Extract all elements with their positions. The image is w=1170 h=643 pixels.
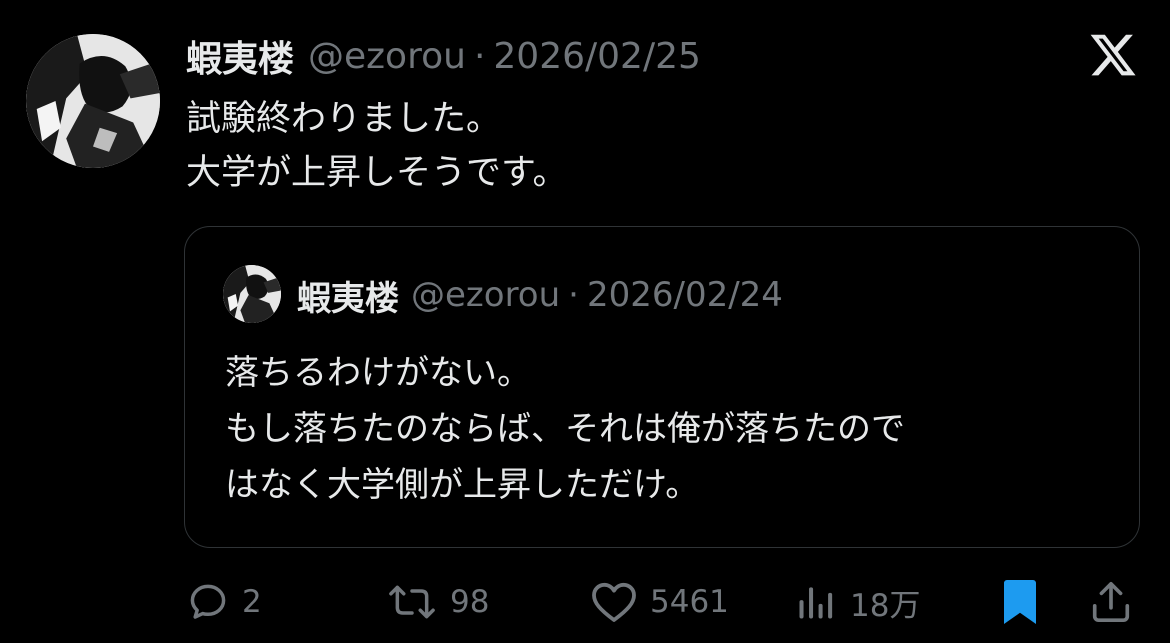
x-logo-icon[interactable]: [1086, 30, 1140, 80]
retweet-icon: [386, 580, 438, 624]
quoted-text-line: もし落ちたのならば、それは俺が落ちたので: [225, 409, 905, 449]
quoted-text-line: はなく大学側が上昇しただけ。: [225, 465, 700, 505]
like-button[interactable]: 5461: [590, 574, 729, 630]
author-avatar[interactable]: [26, 34, 160, 168]
retweet-button[interactable]: 98: [386, 574, 489, 630]
bookmark-icon: [998, 578, 1042, 626]
quoted-author-handle[interactable]: @ezorou: [411, 275, 560, 315]
quoted-tweet-text: 落ちるわけがない。 もし落ちたのならば、それは俺が落ちたので はなく大学側が上昇…: [225, 345, 1105, 513]
bookmark-button[interactable]: [998, 574, 1042, 630]
share-button[interactable]: [1088, 574, 1134, 630]
tweet-header: 蝦夷楼 @ezorou · 2026/02/25: [186, 30, 701, 82]
quoted-author-avatar[interactable]: [223, 265, 281, 323]
quoted-text-line: 落ちるわけがない。: [225, 353, 531, 393]
share-icon: [1088, 578, 1134, 626]
quoted-tweet-date[interactable]: 2026/02/24: [587, 275, 783, 315]
action-bar: 2 98 5461 18万: [186, 574, 1140, 630]
quoted-tweet-header: 蝦夷楼 @ezorou · 2026/02/24: [297, 269, 783, 321]
author-name[interactable]: 蝦夷楼: [186, 30, 294, 82]
reply-button[interactable]: 2: [186, 574, 262, 630]
header-separator: ·: [473, 35, 486, 77]
tweet-text-line: 試験終わりました。: [186, 99, 502, 139]
views-button[interactable]: 18万: [794, 574, 920, 630]
tweet-date[interactable]: 2026/02/25: [493, 36, 701, 77]
reply-icon: [186, 580, 230, 624]
tweet-text-line: 大学が上昇しそうです。: [186, 153, 568, 193]
reply-count: 2: [242, 584, 262, 620]
heart-icon: [590, 580, 638, 624]
views-icon: [794, 580, 838, 624]
quoted-tweet[interactable]: 蝦夷楼 @ezorou · 2026/02/24 落ちるわけがない。 もし落ちた…: [184, 226, 1140, 548]
tweet-text: 試験終わりました。 大学が上昇しそうです。: [186, 92, 1086, 200]
retweet-count: 98: [450, 584, 490, 620]
like-count: 5461: [650, 584, 729, 620]
views-count: 18万: [850, 587, 921, 624]
author-handle[interactable]: @ezorou: [308, 36, 466, 77]
quoted-header-separator: ·: [568, 275, 579, 315]
tweet-card: 蝦夷楼 @ezorou · 2026/02/25 試験終わりました。 大学が上昇…: [0, 0, 1170, 643]
quoted-author-name[interactable]: 蝦夷楼: [297, 271, 399, 320]
